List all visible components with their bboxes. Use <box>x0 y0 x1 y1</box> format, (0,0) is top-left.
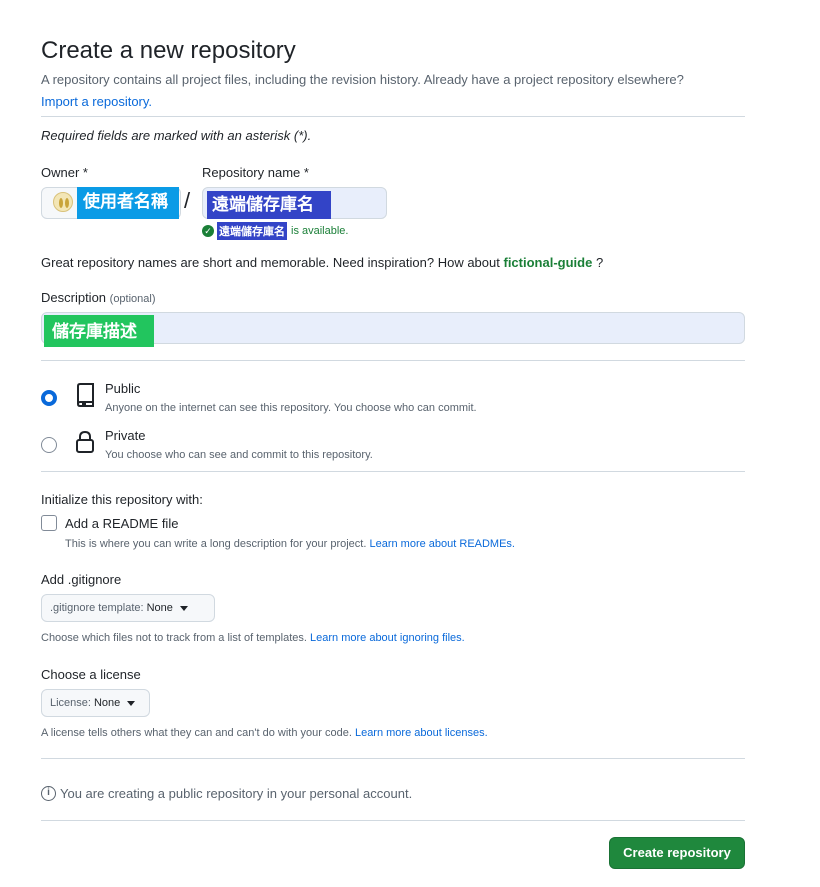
avatar-icon <box>59 198 69 208</box>
repository-name-label: Repository name * <box>202 165 309 180</box>
page-subtitle: A repository contains all project files,… <box>41 69 761 113</box>
gitignore-select[interactable]: .gitignore template: None <box>41 594 215 622</box>
suggested-name-link[interactable]: fictional-guide <box>503 255 592 270</box>
public-description: Anyone on the internet can see this repo… <box>105 402 477 414</box>
check-circle-icon: ✓ <box>202 225 214 237</box>
description-label-text: Description <box>41 290 107 305</box>
inspiration-suffix: ? <box>595 255 604 270</box>
repo-icon <box>77 383 94 407</box>
readme-hint: This is where you can write a long descr… <box>65 538 515 550</box>
license-learn-more-link[interactable]: Learn more about licenses. <box>355 727 488 739</box>
divider <box>41 758 745 759</box>
repository-name-value[interactable]: 遠端儲存庫名 <box>207 191 331 219</box>
gitignore-learn-more-link[interactable]: Learn more about ignoring files. <box>310 632 465 644</box>
private-description: You choose who can see and commit to thi… <box>105 449 373 461</box>
private-radio[interactable] <box>41 437 57 453</box>
public-title: Public <box>105 381 141 396</box>
gitignore-hint-text: Choose which files not to track from a l… <box>41 632 307 644</box>
availability-repo-name: 遠端儲存庫名 <box>217 222 287 240</box>
gitignore-hint: Choose which files not to track from a l… <box>41 632 465 644</box>
license-select-value: None <box>93 697 121 709</box>
license-hint-text: A license tells others what they can and… <box>41 727 352 739</box>
license-heading: Choose a license <box>41 667 141 682</box>
create-repository-button[interactable]: Create repository <box>609 837 745 869</box>
availability-message: ✓ 遠端儲存庫名 is available. <box>202 222 348 240</box>
license-select-prefix: License: <box>50 697 91 709</box>
inspiration-text: Great repository names are short and mem… <box>41 255 603 270</box>
info-message: i You are creating a public repository i… <box>41 786 412 801</box>
divider <box>41 360 745 361</box>
inspiration-message: Great repository names are short and mem… <box>41 255 500 270</box>
info-text: You are creating a public repository in … <box>60 786 413 801</box>
public-radio[interactable] <box>41 390 57 406</box>
initialize-heading: Initialize this repository with: <box>41 492 203 507</box>
license-hint: A license tells others what they can and… <box>41 727 488 739</box>
private-title: Private <box>105 428 146 443</box>
readme-label[interactable]: Add a README file <box>65 516 178 531</box>
page-title: Create a new repository <box>41 37 296 64</box>
caret-down-icon <box>127 700 136 706</box>
divider <box>41 116 745 117</box>
optional-tag: (optional) <box>109 293 156 305</box>
license-select[interactable]: License: None <box>41 689 150 717</box>
divider <box>41 820 745 821</box>
divider <box>41 471 745 472</box>
owner-repo-separator: / <box>184 188 191 213</box>
lock-icon <box>76 430 94 453</box>
owner-name[interactable]: 使用者名稱 <box>77 187 179 219</box>
description-label: Description (optional) <box>41 290 156 305</box>
owner-label: Owner * <box>41 165 88 180</box>
gitignore-select-value: None <box>146 602 173 614</box>
avatar <box>53 192 73 212</box>
subtitle-text: A repository contains all project files,… <box>41 72 684 87</box>
readme-checkbox[interactable] <box>41 515 57 531</box>
caret-down-icon <box>179 605 188 611</box>
readme-learn-more-link[interactable]: Learn more about READMEs. <box>369 538 515 550</box>
availability-text: is available. <box>291 225 349 237</box>
gitignore-select-prefix: .gitignore template: <box>50 602 144 614</box>
gitignore-heading: Add .gitignore <box>41 572 122 587</box>
description-value[interactable]: 儲存庫描述 <box>44 315 154 347</box>
import-repository-link[interactable]: Import a repository. <box>41 94 152 109</box>
info-icon: i <box>41 786 56 801</box>
required-fields-note: Required fields are marked with an aster… <box>41 128 312 143</box>
readme-hint-text: This is where you can write a long descr… <box>65 538 367 550</box>
